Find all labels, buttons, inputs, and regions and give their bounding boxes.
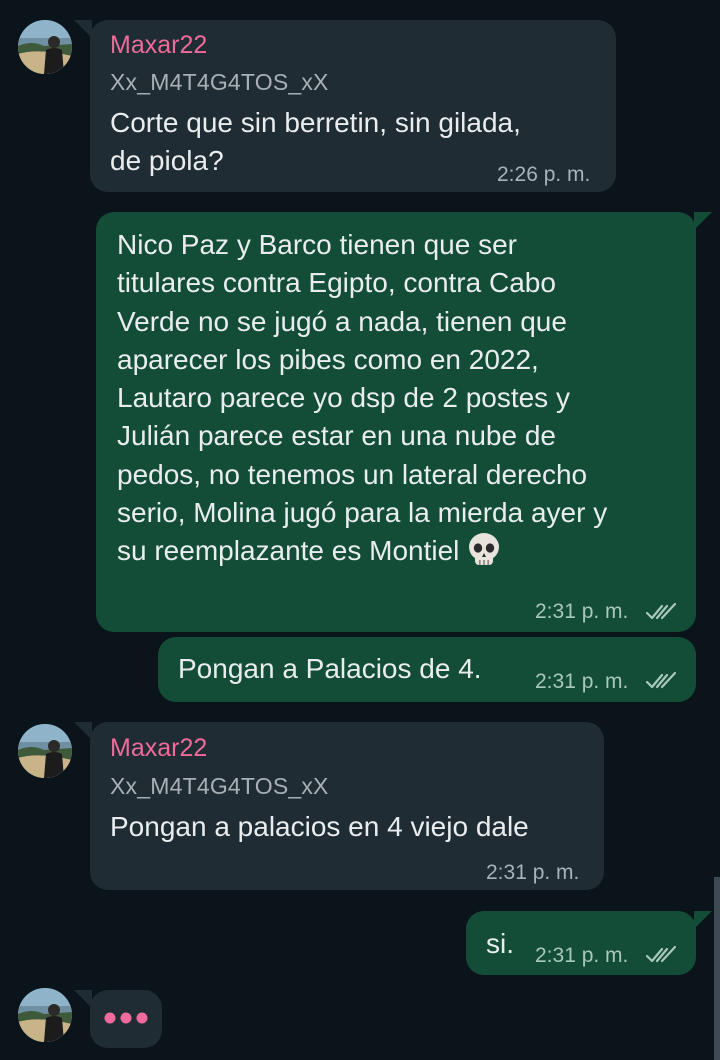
message-line: Lautaro parece yo dsp de 2 postes y <box>117 382 570 414</box>
message-time: 2:31 p. m. <box>535 600 629 623</box>
sender-avatar[interactable] <box>18 724 72 778</box>
skull-emoji-icon <box>467 532 501 578</box>
bubble-tail <box>74 990 92 1008</box>
sender-name[interactable]: Maxar22 <box>110 734 207 763</box>
message-text: Nico Paz y Barco tienen que ser titulare… <box>117 226 607 579</box>
message-line: Julián parece estar en una nube de <box>117 420 556 452</box>
bubble-tail <box>694 911 712 929</box>
message-line: Verde no se jugó a nada, tienen que <box>117 305 567 337</box>
message-line: su reemplazante es Montiel <box>117 535 460 567</box>
avatar-photo-icon <box>18 20 72 74</box>
read-receipt-icon <box>645 602 677 620</box>
message-time: 2:31 p. m. <box>535 670 629 693</box>
message-text: si. <box>486 928 514 959</box>
avatar-photo-icon <box>18 988 72 1042</box>
message-line: Nico Paz y Barco tienen que ser <box>117 229 517 260</box>
bubble-tail <box>74 722 92 740</box>
sender-avatar[interactable] <box>18 20 72 74</box>
sender-handle: Xx_M4T4G4TOS_xX <box>110 69 329 95</box>
typing-dots-icon <box>104 1012 148 1024</box>
message-time: 2:26 p. m. <box>497 163 591 186</box>
message-time: 2:31 p. m. <box>535 944 629 967</box>
message-time: 2:31 p. m. <box>486 861 580 884</box>
message-text: Corte que sin berretin, sin gilada, de p… <box>110 104 521 181</box>
message-line: Corte que sin berretin, sin gilada, <box>110 107 521 138</box>
bubble-tail <box>74 20 92 38</box>
sender-name[interactable]: Maxar22 <box>110 31 207 60</box>
message-line: de piola? <box>110 145 224 177</box>
message-text: Pongan a palacios en 4 viejo dale <box>110 811 529 842</box>
read-receipt-icon <box>645 671 677 689</box>
sender-avatar[interactable] <box>18 988 72 1042</box>
avatar-photo-icon <box>18 724 72 778</box>
message-line: pedos, no tenemos un lateral derecho <box>117 458 588 490</box>
sender-handle: Xx_M4T4G4TOS_xX <box>110 773 329 799</box>
chat-conversation: Maxar22 Xx_M4T4G4TOS_xX Corte que sin be… <box>0 0 720 1060</box>
message-line: aparecer los pibes como en 2022, <box>117 343 539 375</box>
message-line: titulares contra Egipto, contra Cabo <box>117 267 556 299</box>
scrollbar[interactable] <box>714 877 720 1060</box>
read-receipt-icon <box>645 945 677 963</box>
message-line: serio, Molina jugó para la mierda ayer y <box>117 497 608 529</box>
message-text: Pongan a Palacios de 4. <box>178 653 482 684</box>
bubble-tail <box>694 212 712 230</box>
